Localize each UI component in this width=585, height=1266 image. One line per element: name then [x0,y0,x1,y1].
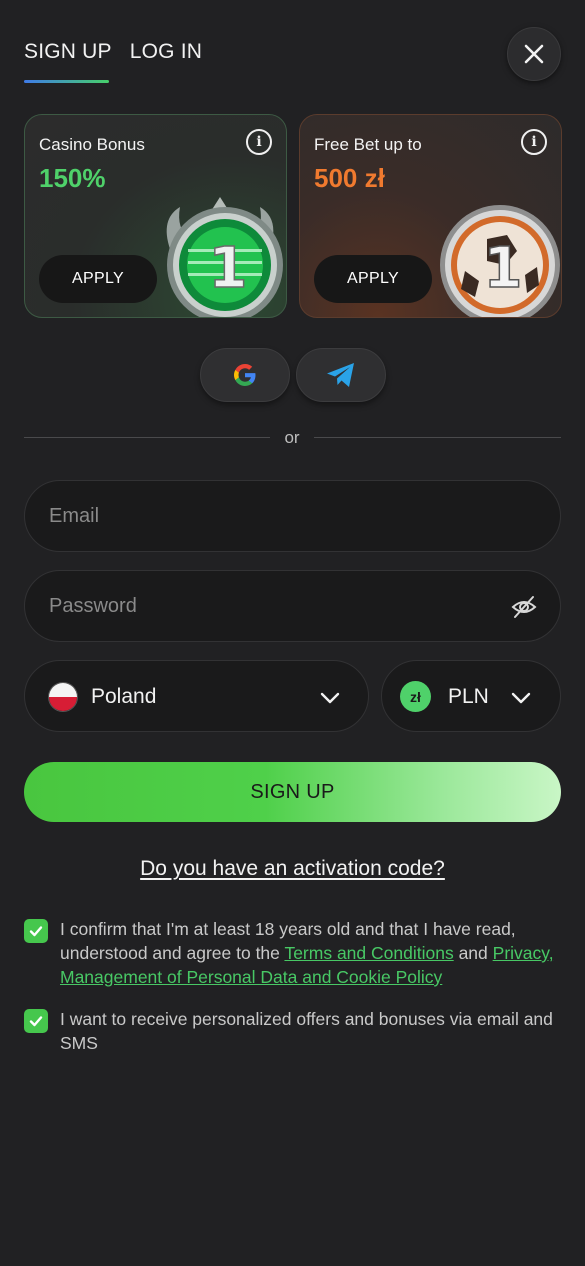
email-field [24,480,561,552]
chevron-down-icon [320,692,340,704]
country-select[interactable]: Poland [24,660,369,732]
auth-tabs: SIGN UP LOG IN [24,40,202,64]
terms-link[interactable]: Terms and Conditions [284,943,453,963]
currency-value: PLN [448,685,489,708]
telegram-icon [327,363,354,387]
casino-apply-button[interactable]: APPLY [39,255,157,303]
active-tab-indicator [24,80,109,83]
checkmark-icon [29,926,43,937]
divider-or-text: or [284,428,300,447]
divider-right [314,437,561,438]
chevron-down-icon [511,692,531,704]
casino-medal-number: 1 [209,236,248,301]
free-bet-card[interactable]: Free Bet up to 500 zł i 1 APPLY [299,114,562,318]
currency-badge-icon: zł [400,681,431,712]
tab-log-in[interactable]: LOG IN [130,40,202,64]
casino-bonus-card[interactable]: Casino Bonus 150% i 1 APPLY [24,114,287,318]
google-icon [234,364,256,386]
google-login-button[interactable] [200,348,290,402]
free-bet-apply-button[interactable]: APPLY [314,255,432,303]
activation-code-link[interactable]: Do you have an activation code? [0,857,585,881]
free-bet-medal-number: 1 [484,236,523,301]
football-medal-icon: 1 [440,205,560,317]
and-text: and [453,943,493,963]
age-consent-text: I confirm that I'm at least 18 years old… [60,917,560,989]
marketing-consent-checkbox[interactable] [24,1009,48,1033]
casino-bonus-value: 150% [39,163,106,193]
green-medal-icon: 1 [166,197,283,317]
currency-select[interactable]: zł PLN [381,660,561,732]
telegram-login-button[interactable] [296,348,386,402]
email-input[interactable] [49,481,509,551]
free-bet-title: Free Bet up to [314,135,422,154]
casino-bonus-title: Casino Bonus [39,135,145,154]
country-value: Poland [91,685,157,708]
sign-up-button[interactable]: SIGN UP [24,762,561,822]
marketing-consent-text: I want to receive personalized offers an… [60,1009,553,1053]
tab-sign-up[interactable]: SIGN UP [24,40,112,64]
info-icon[interactable]: i [521,129,547,155]
age-consent-checkbox[interactable] [24,919,48,943]
password-input[interactable] [49,571,509,641]
close-button[interactable] [507,27,561,81]
info-icon[interactable]: i [246,129,272,155]
poland-flag-icon [48,682,78,712]
checkmark-icon [29,1016,43,1027]
eye-off-icon[interactable] [510,593,538,621]
password-field [24,570,561,642]
divider-left [24,437,270,438]
close-icon [524,44,544,64]
free-bet-value: 500 zł [314,163,385,193]
